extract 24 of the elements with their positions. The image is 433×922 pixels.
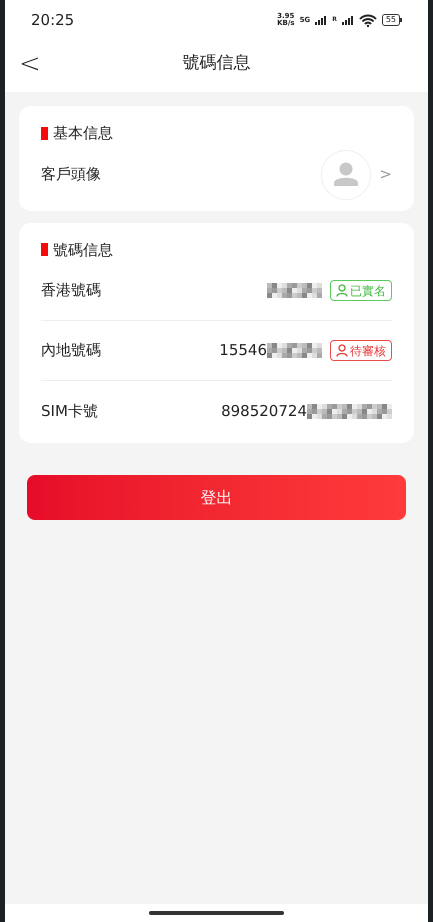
section-marker-icon	[41, 126, 48, 140]
logout-button[interactable]: 登出	[27, 475, 406, 520]
chevron: >	[379, 164, 392, 186]
row-label: 客戶頭像	[41, 164, 101, 186]
section-title: 基本信息	[53, 123, 113, 144]
signal-icon	[342, 15, 354, 25]
person-icon	[336, 284, 348, 297]
status-badge: 已實名	[330, 280, 392, 301]
section-title: 號碼信息	[53, 240, 113, 260]
wifi-icon	[358, 14, 377, 26]
back-button[interactable]: <	[19, 51, 41, 77]
row-label: 內地號碼	[41, 340, 101, 362]
avatar-icon[interactable]	[321, 150, 372, 200]
person-icon	[336, 344, 348, 357]
row-label: SIM卡號	[41, 400, 98, 422]
row-label: 香港號碼	[41, 280, 101, 302]
section-marker-icon	[41, 243, 48, 256]
row-value: 898520724	[221, 400, 307, 422]
status-badge: 待審核	[330, 340, 392, 361]
page-title: 號碼信息	[182, 52, 250, 76]
row-value: 15546	[219, 340, 267, 362]
status-time: 20:25	[31, 10, 74, 31]
signal-icon	[315, 15, 328, 25]
battery-indicator: 55	[382, 14, 402, 26]
